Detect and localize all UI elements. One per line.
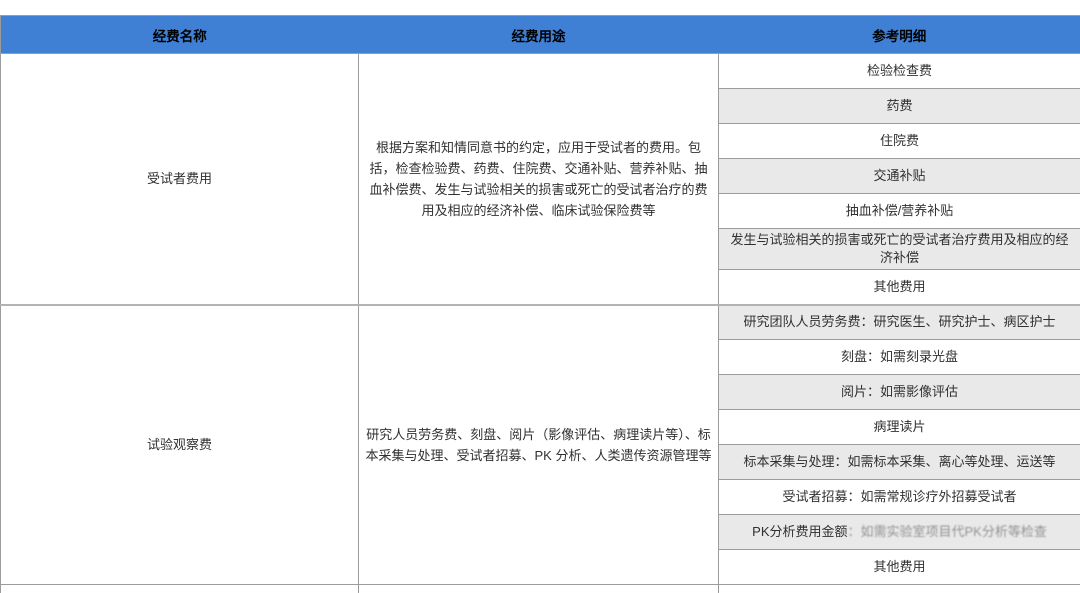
clipped-cell — [359, 585, 719, 593]
detail-text: 住院费 — [880, 133, 919, 148]
detail-text: 研究团队人员劳务费：研究医生、研究护士、病区护士 — [743, 314, 1055, 329]
detail-cell: 阅片：如需影像评估 — [719, 375, 1080, 410]
table-row: 试验观察费研究人员劳务费、刻盘、阅片（影像评估、病理读片等）、标本采集与处理、受… — [1, 305, 1080, 340]
detail-text: 其他费用 — [873, 279, 925, 294]
detail-cell: 住院费 — [719, 124, 1080, 159]
detail-text: 刻盘：如需刻录光盘 — [841, 349, 958, 364]
detail-cell: 抽血补偿/营养补贴 — [719, 194, 1080, 229]
detail-cell: 研究团队人员劳务费：研究医生、研究护士、病区护士 — [719, 305, 1080, 340]
detail-text: PK分析费用金额 — [752, 524, 847, 539]
detail-text: 阅片：如需影像评估 — [841, 384, 958, 399]
detail-cell: PK分析费用金额：如需实验室项目代PK分析等检查 — [719, 515, 1080, 550]
detail-text: 交通补贴 — [873, 168, 925, 183]
fee-name-cell: 受试者费用 — [1, 54, 359, 305]
detail-cell: 其他费用 — [719, 550, 1080, 585]
detail-cell: 其他费用 — [719, 270, 1080, 305]
detail-cell: 病理读片 — [719, 410, 1080, 445]
header-cell-1: 经费用途 — [359, 16, 719, 54]
table-row-clipped — [1, 585, 1080, 593]
fee-table: 经费名称经费用途参考明细 受试者费用根据方案和知情同意书的约定，应用于受试者的费… — [0, 15, 1080, 593]
detail-text: 药费 — [886, 98, 912, 113]
fee-table-page: 经费名称经费用途参考明细 受试者费用根据方案和知情同意书的约定，应用于受试者的费… — [0, 0, 1080, 593]
detail-cell: 交通补贴 — [719, 159, 1080, 194]
detail-text: 发生与试验相关的损害或死亡的受试者治疗费用及相应的经济补偿 — [730, 232, 1068, 265]
detail-cell: 药费 — [719, 89, 1080, 124]
detail-cell: 检验检查费 — [719, 54, 1080, 89]
fee-name-cell: 试验观察费 — [1, 305, 359, 585]
detail-text: 标本采集与处理：如需标本采集、离心等处理、运送等 — [743, 454, 1055, 469]
detail-text: 受试者招募：如需常规诊疗外招募受试者 — [782, 489, 1016, 504]
detail-text: 病理读片 — [873, 419, 925, 434]
clipped-cell — [719, 585, 1080, 593]
fee-purpose-cell: 根据方案和知情同意书的约定，应用于受试者的费用。包括，检查检验费、药费、住院费、… — [359, 54, 719, 305]
detail-text: 其他费用 — [873, 559, 925, 574]
table-row: 受试者费用根据方案和知情同意书的约定，应用于受试者的费用。包括，检查检验费、药费… — [1, 54, 1080, 89]
fee-purpose-cell: 研究人员劳务费、刻盘、阅片（影像评估、病理读片等）、标本采集与处理、受试者招募、… — [359, 305, 719, 585]
table-header-row: 经费名称经费用途参考明细 — [1, 16, 1080, 54]
detail-cell: 发生与试验相关的损害或死亡的受试者治疗费用及相应的经济补偿 — [719, 229, 1080, 270]
clipped-cell — [1, 585, 359, 593]
header-cell-2: 参考明细 — [719, 16, 1080, 54]
detail-text: 抽血补偿/营养补贴 — [846, 203, 954, 218]
pk-faded-text: ：如需实验室项目代PK分析等检查 — [848, 524, 1047, 539]
detail-cell: 受试者招募：如需常规诊疗外招募受试者 — [719, 480, 1080, 515]
detail-text: 检验检查费 — [867, 63, 932, 78]
header-cell-0: 经费名称 — [1, 16, 359, 54]
detail-cell: 刻盘：如需刻录光盘 — [719, 340, 1080, 375]
detail-cell: 标本采集与处理：如需标本采集、离心等处理、运送等 — [719, 445, 1080, 480]
